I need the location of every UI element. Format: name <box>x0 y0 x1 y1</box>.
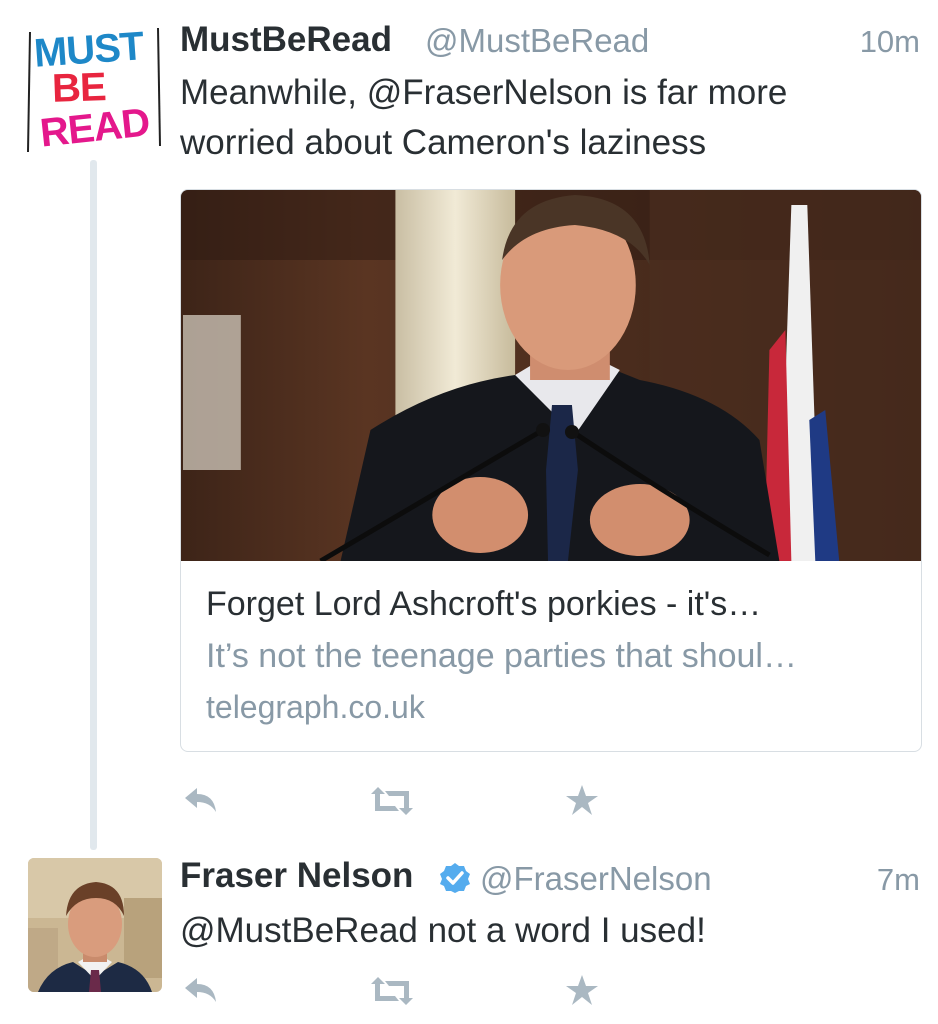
link-preview-card[interactable]: Forget Lord Ashcroft's porkies - it's… I… <box>180 189 922 752</box>
avatar-photo <box>28 858 162 992</box>
favorite-icon[interactable] <box>565 974 599 1006</box>
card-description: It’s not the teenage parties that shoul… <box>206 637 797 675</box>
mustberead-avatar[interactable]: MUST BE READ <box>26 22 162 158</box>
card-image-photo <box>181 190 921 561</box>
tweet-timestamp[interactable]: 10m <box>860 24 920 60</box>
reply-icon[interactable] <box>182 974 220 1006</box>
frasernelson-avatar[interactable] <box>28 858 162 992</box>
tweet-author-handle[interactable]: @FraserNelson <box>480 860 712 898</box>
retweet-icon[interactable] <box>369 786 415 816</box>
retweet-icon[interactable] <box>369 976 415 1006</box>
thread-connector-line <box>90 160 97 850</box>
tweet-author-name[interactable]: MustBeRead <box>180 20 392 60</box>
tweet-author-handle[interactable]: @MustBeRead <box>425 22 649 60</box>
reply-icon[interactable] <box>182 784 220 816</box>
tweet-author-name[interactable]: Fraser Nelson <box>180 856 413 896</box>
favorite-icon[interactable] <box>565 784 599 816</box>
card-domain[interactable]: telegraph.co.uk <box>206 689 425 726</box>
tweet-text: @MustBeRead not a word I used! <box>180 911 706 950</box>
verified-badge-icon <box>440 863 470 893</box>
tweet-timestamp[interactable]: 7m <box>877 862 920 898</box>
tweet-text-line-1: Meanwhile, @FraserNelson is far more <box>180 73 788 112</box>
tweet-text-line-2: worried about Cameron's laziness <box>180 123 707 162</box>
card-title[interactable]: Forget Lord Ashcroft's porkies - it's… <box>206 585 761 624</box>
